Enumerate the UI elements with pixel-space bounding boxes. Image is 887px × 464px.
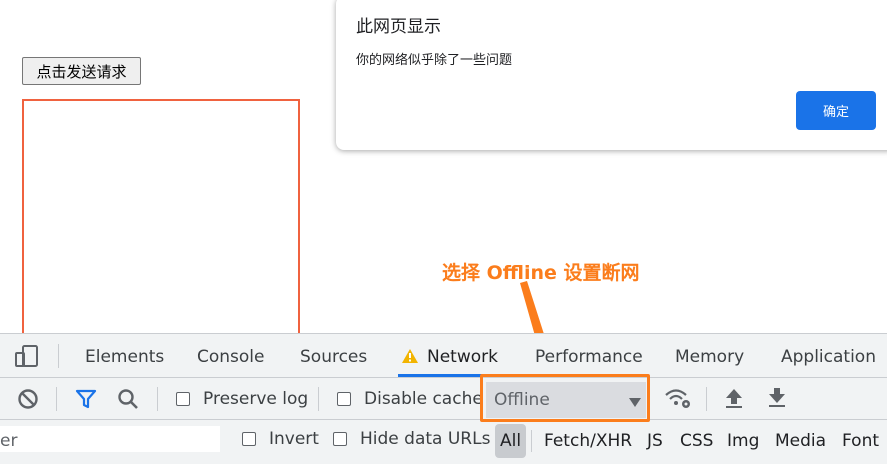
tab-performance[interactable]: Performance [535, 347, 643, 367]
preserve-log-checkbox[interactable] [176, 392, 190, 406]
device-toolbar-icon[interactable] [14, 344, 40, 368]
preserve-log-label[interactable]: Preserve log [203, 389, 308, 409]
dialog-title: 此网页显示 [356, 17, 441, 37]
result-container [22, 99, 300, 344]
toolbar-divider [157, 387, 158, 411]
invert-label[interactable]: Invert [269, 429, 319, 449]
network-toolbar: Preserve log Disable cache Offline [0, 378, 887, 420]
annotation-highlight-box [480, 374, 650, 422]
type-filter-fetch-xhr[interactable]: Fetch/XHR [544, 431, 632, 451]
import-har-icon[interactable] [724, 387, 744, 409]
disable-cache-label[interactable]: Disable cache [364, 389, 483, 409]
tab-console[interactable]: Console [197, 347, 265, 367]
filter-icon[interactable] [75, 389, 97, 409]
type-filter-font[interactable]: Font [842, 431, 879, 451]
clear-icon[interactable] [17, 388, 39, 410]
toolbar-divider [318, 387, 319, 411]
type-filter-all[interactable]: All [500, 431, 521, 451]
tab-elements[interactable]: Elements [85, 347, 164, 367]
tab-application[interactable]: Application [781, 347, 876, 367]
toolbar-divider [56, 387, 57, 411]
dialog-ok-button[interactable]: 确定 [796, 91, 876, 130]
tab-network[interactable]: Network [427, 347, 498, 367]
hide-data-urls-checkbox[interactable] [333, 432, 347, 446]
type-filter-js[interactable]: JS [647, 431, 663, 451]
send-request-button[interactable]: 点击发送请求 [22, 57, 141, 85]
dialog-message: 你的网络似乎除了一些问题 [356, 53, 513, 68]
alert-dialog: 此网页显示 你的网络似乎除了一些问题 确定 [336, 0, 887, 150]
warning-icon [402, 349, 418, 363]
tab-memory[interactable]: Memory [675, 347, 744, 367]
toolbar-divider [706, 387, 707, 411]
type-filter-img[interactable]: Img [727, 431, 759, 451]
disable-cache-checkbox[interactable] [337, 392, 351, 406]
type-divider [531, 430, 532, 452]
tabbar-divider [58, 344, 59, 368]
devtools-tabbar: Elements Console Sources Network Perform… [0, 334, 887, 378]
invert-checkbox[interactable] [242, 432, 256, 446]
network-filterbar: er Invert Hide data URLs All Fetch/XHR J… [0, 420, 887, 464]
type-filter-css[interactable]: CSS [680, 431, 713, 451]
search-icon[interactable] [117, 388, 139, 410]
filter-input[interactable]: er [0, 426, 220, 452]
export-har-icon[interactable] [767, 386, 787, 408]
type-filter-media[interactable]: Media [775, 431, 826, 451]
tab-sources[interactable]: Sources [300, 347, 367, 367]
hide-data-urls-label[interactable]: Hide data URLs [360, 429, 490, 449]
filter-placeholder: er [0, 431, 18, 451]
devtools-panel: Elements Console Sources Network Perform… [0, 333, 887, 464]
network-conditions-icon[interactable] [664, 386, 692, 410]
